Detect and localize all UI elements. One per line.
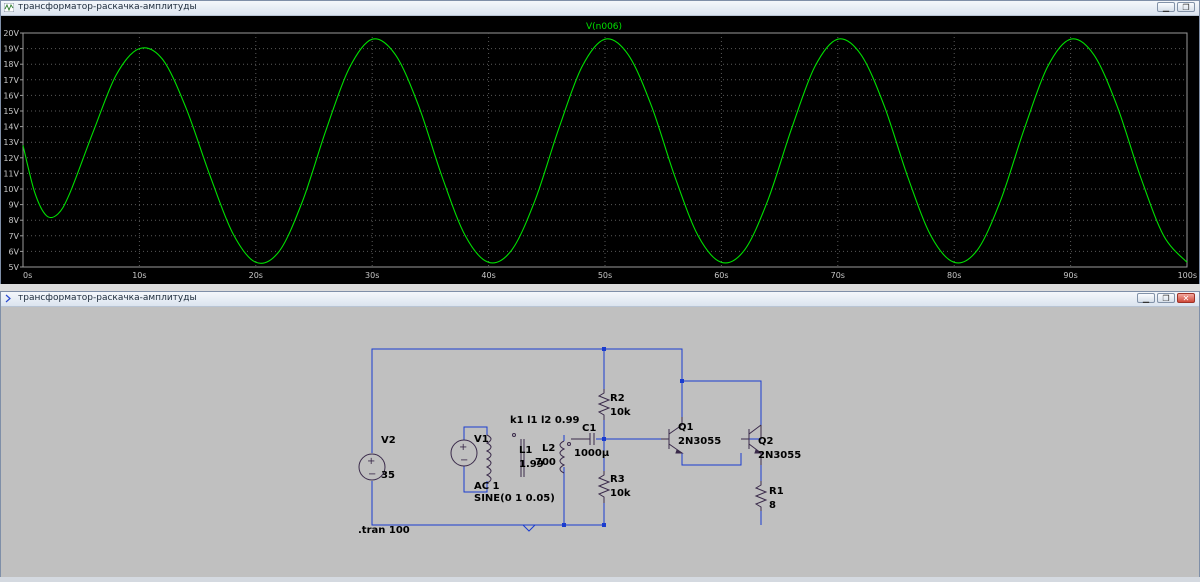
- r3-value[interactable]: 10k: [610, 488, 631, 499]
- x-tick-label: 50s: [598, 271, 612, 280]
- y-tick-label: 6V: [8, 247, 19, 256]
- r2-name[interactable]: R2: [610, 393, 625, 404]
- q1-name[interactable]: Q1: [678, 422, 694, 433]
- waveform-icon: [4, 3, 14, 12]
- close-icon[interactable]: ✕: [1177, 293, 1195, 303]
- x-axis-labels: 0s 10s 20s 30s 40s 50s 60s 70s 80s 90s 100s: [23, 271, 1197, 280]
- r3-name[interactable]: R3: [610, 474, 625, 485]
- y-tick-label: 16V: [3, 91, 19, 100]
- schematic-icon: [5, 294, 11, 303]
- junctions: [562, 347, 684, 527]
- v2-name[interactable]: V2: [381, 435, 396, 446]
- x-tick-label: 60s: [714, 271, 728, 280]
- q2-name[interactable]: Q2: [758, 436, 774, 447]
- l2-value[interactable]: 700: [535, 457, 556, 468]
- x-tick-label: 70s: [831, 271, 845, 280]
- y-tick-label: 8V: [8, 216, 19, 225]
- schematic-window-title: трансформатор-раскачка-амплитуды: [18, 293, 197, 303]
- x-tick-label: 80s: [947, 271, 961, 280]
- schematic-canvas[interactable]: + − + − V2 35 V1 AC 1 SINE(0 1 0.05) k1 …: [1, 307, 1199, 577]
- l2-name[interactable]: L2: [542, 443, 555, 454]
- r3-resistor[interactable]: [597, 471, 611, 503]
- restore-icon[interactable]: ❐: [1157, 293, 1175, 303]
- c1-value[interactable]: 1000µ: [574, 448, 610, 459]
- coupling-directive[interactable]: k1 l1 l2 0.99: [510, 415, 580, 426]
- v1-value[interactable]: AC 1: [474, 481, 500, 492]
- c1-capacitor[interactable]: [571, 433, 595, 445]
- svg-text:+: +: [459, 442, 467, 453]
- y-tick-label: 9V: [8, 201, 19, 210]
- chart-svg: 5V 6V 7V 8V 9V 10V 11V 12V 13V 14V 15V 16V 17V 18V 19V…: [3, 22, 1197, 280]
- svg-text:−: −: [368, 469, 376, 480]
- r2-resistor[interactable]: [597, 389, 611, 420]
- y-tick-label: 14V: [3, 123, 19, 132]
- l1-name[interactable]: L1: [519, 445, 532, 456]
- l2-inductor[interactable]: [559, 440, 566, 474]
- y-axis-labels: 5V 6V 7V 8V 9V 10V 11V 12V 13V 14V 15V 16V 17V 18V 19V…: [3, 29, 19, 272]
- y-tick-label: 13V: [3, 138, 19, 147]
- tran-directive[interactable]: .tran 100: [358, 525, 410, 536]
- minimize-icon[interactable]: ▁: [1137, 293, 1155, 303]
- schematic-svg: + − + − V2 35 V1 AC 1 SINE(0 1 0.05) k1 …: [358, 347, 801, 536]
- x-tick-label: 90s: [1063, 271, 1077, 280]
- v2-value[interactable]: 35: [381, 470, 395, 481]
- x-tick-label: 100s: [1178, 271, 1197, 280]
- schematic-window-titlebar[interactable]: трансформатор-раскачка-амплитуды ▁ ❐ ✕: [1, 292, 1199, 307]
- r1-name[interactable]: R1: [769, 486, 784, 497]
- trace-label[interactable]: V(n006): [586, 22, 622, 32]
- plot-grid: [20, 32, 1188, 268]
- schematic-window[interactable]: трансформатор-раскачка-амплитуды ▁ ❐ ✕ +…: [0, 291, 1200, 577]
- y-tick-label: 10V: [3, 185, 19, 194]
- bottom-edge: [0, 577, 1200, 582]
- v1-sine[interactable]: SINE(0 1 0.05): [474, 493, 555, 504]
- waveform-plot[interactable]: 5V 6V 7V 8V 9V 10V 11V 12V 13V 14V 15V 16V 17V 18V 19V…: [1, 16, 1199, 284]
- y-tick-label: 5V: [8, 263, 19, 272]
- r2-value[interactable]: 10k: [610, 407, 631, 418]
- v1-name[interactable]: V1: [474, 434, 489, 445]
- plot-window-title: трансформатор-раскачка-амплитуды: [18, 2, 197, 12]
- restore-icon[interactable]: ❐: [1177, 2, 1195, 12]
- y-tick-label: 20V: [3, 29, 19, 38]
- svg-text:+: +: [367, 456, 375, 467]
- q2-model[interactable]: 2N3055: [758, 450, 801, 461]
- q1-model[interactable]: 2N3055: [678, 436, 721, 447]
- r1-value[interactable]: 8: [769, 500, 776, 511]
- l1-dot: [512, 433, 516, 437]
- x-tick-label: 10s: [132, 271, 146, 280]
- y-tick-label: 15V: [3, 107, 19, 116]
- x-tick-label: 30s: [365, 271, 379, 280]
- y-tick-label: 7V: [8, 232, 19, 241]
- r1-resistor[interactable]: [754, 481, 768, 511]
- plot-window-titlebar[interactable]: трансформатор-раскачка-амплитуды ▁ ❐: [1, 1, 1199, 16]
- y-tick-label: 11V: [3, 169, 19, 178]
- l2-dot: [567, 442, 571, 446]
- x-tick-label: 20s: [249, 271, 263, 280]
- minimize-icon[interactable]: ▁: [1157, 2, 1175, 12]
- c1-name[interactable]: C1: [582, 423, 596, 434]
- y-tick-label: 17V: [3, 76, 19, 85]
- y-tick-label: 18V: [3, 60, 19, 69]
- plot-window[interactable]: трансформатор-раскачка-амплитуды ▁ ❐ 5V 6…: [0, 0, 1200, 284]
- y-tick-label: 19V: [3, 45, 19, 54]
- svg-text:−: −: [460, 455, 468, 466]
- x-tick-label: 0s: [23, 271, 32, 280]
- x-tick-label: 40s: [481, 271, 495, 280]
- y-tick-label: 12V: [3, 154, 19, 163]
